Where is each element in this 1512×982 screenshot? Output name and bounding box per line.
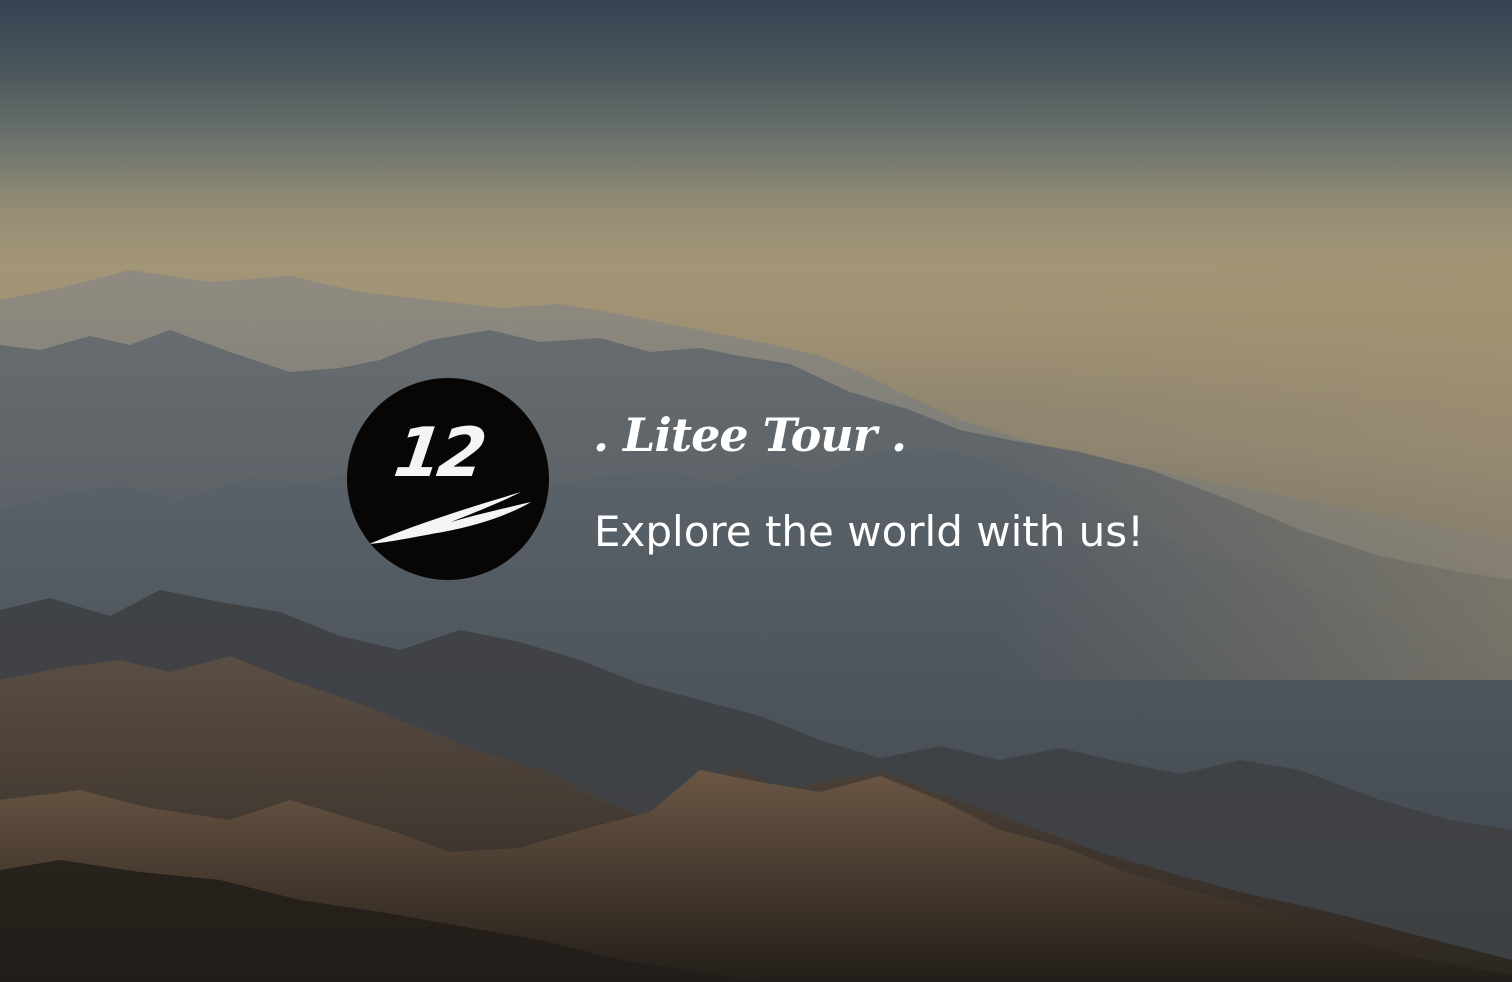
brand-logo-icon: 12 <box>347 378 549 580</box>
mountain-background <box>0 150 1512 982</box>
brand-title: . Litee Tour . <box>593 408 907 462</box>
tagline: Explore the world with us! <box>594 507 1145 556</box>
hero-section: 12 . Litee Tour . Explore the world with… <box>0 0 1512 982</box>
logo-mark-text: 12 <box>390 414 488 493</box>
